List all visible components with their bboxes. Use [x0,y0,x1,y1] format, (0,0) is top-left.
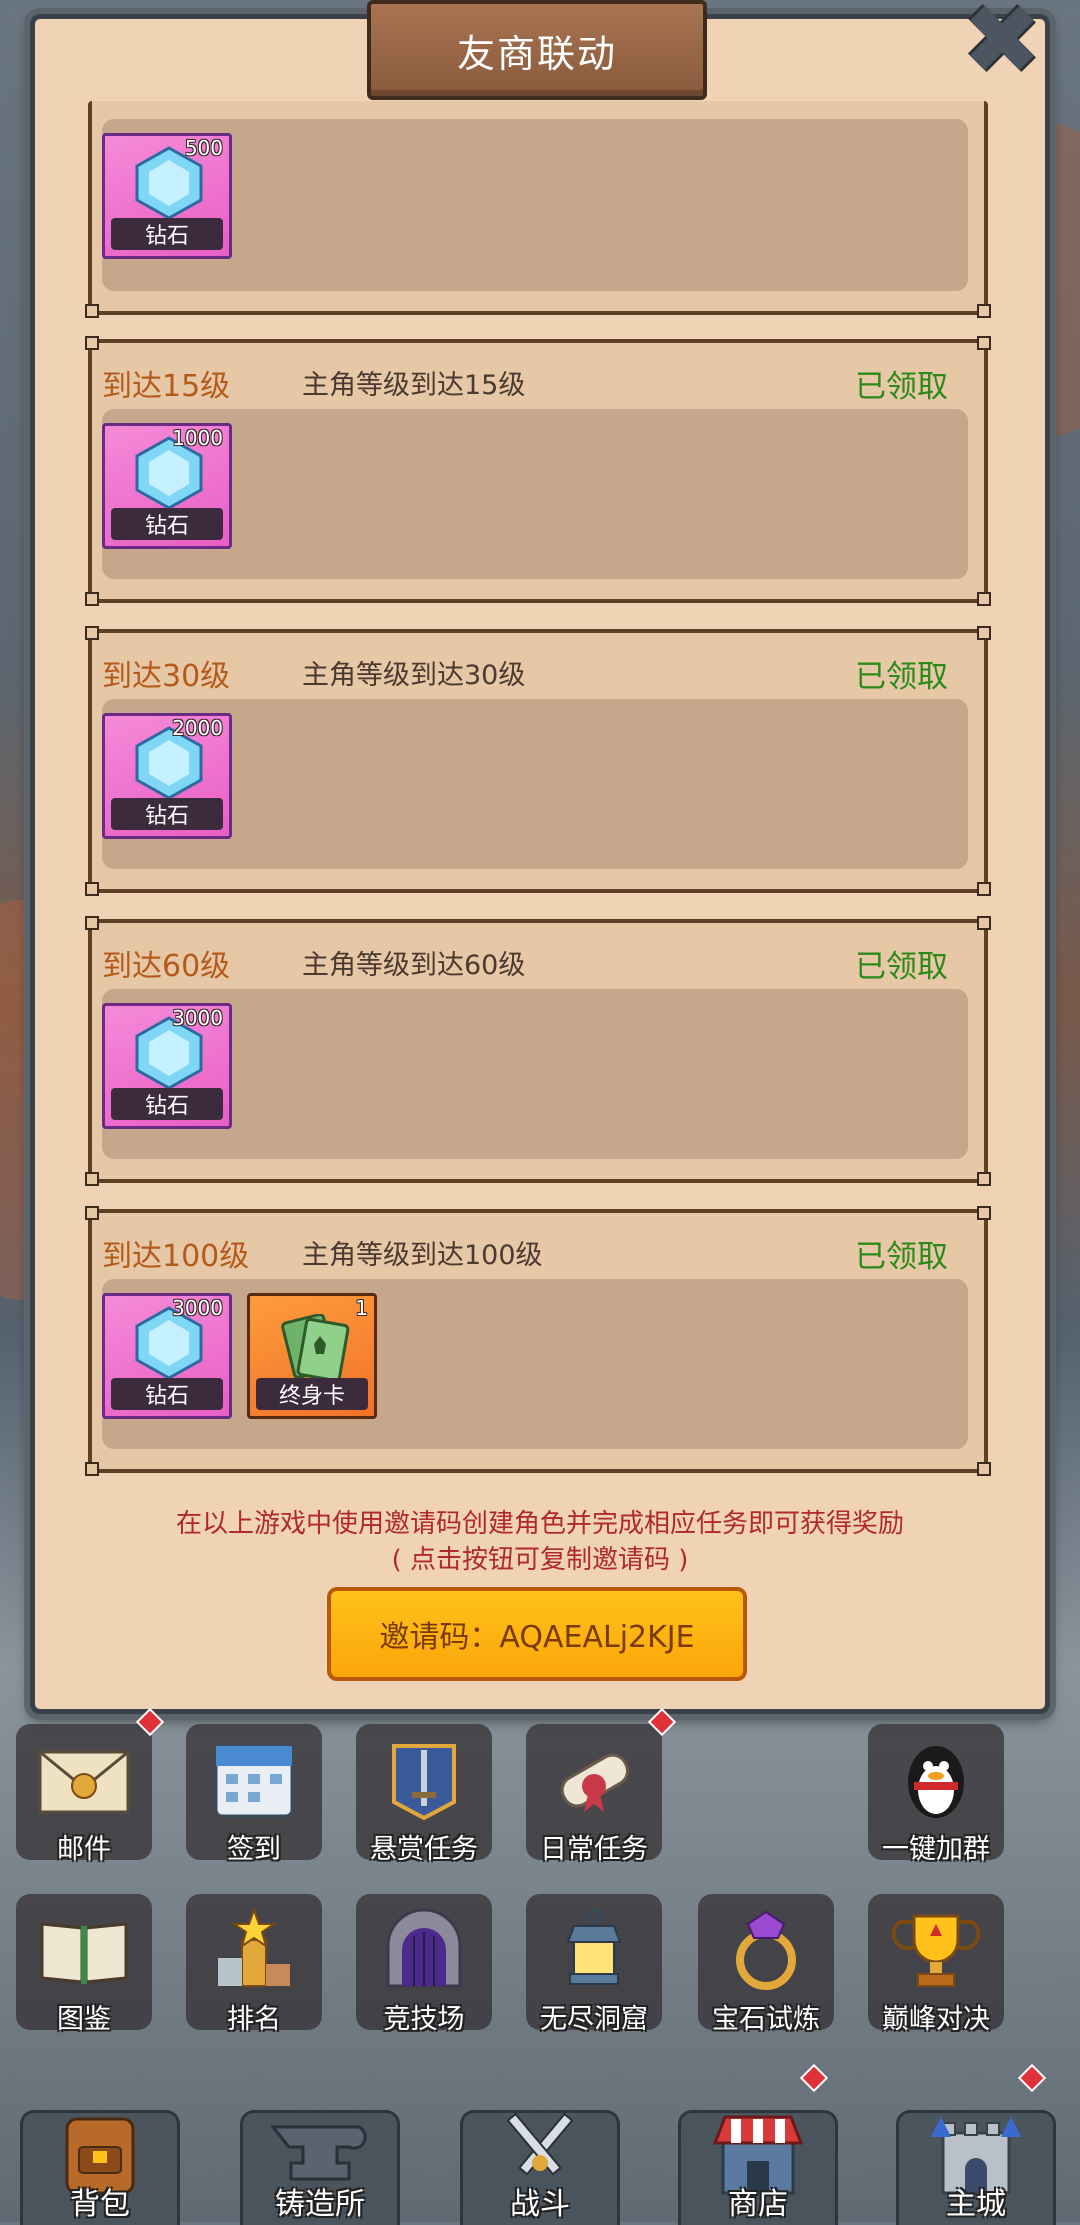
nav-label: 战斗 [510,2187,570,2222]
lantern-icon [566,1908,622,1985]
reward-card: 到达100级 主角等级到达100级 已领取 3000 钻石 1 终身卡 [85,1206,991,1476]
menu-gem-trial[interactable]: 宝石试炼 [698,1894,834,2035]
reward-amount: 1000 [172,426,223,450]
task-description: 主角等级到达15级 [302,370,526,401]
nav-label: 铸造所 [275,2187,365,2222]
menu-daily-tasks[interactable]: 日常任务 [526,1724,662,1865]
copy-hint: ( 点击按钮可复制邀请码 ) [391,1545,689,1575]
menu-label: 图鉴 [57,2004,111,2035]
reward-area: 3000 钻石 [102,989,968,1159]
reward-instruction: 在以上游戏中使用邀请码创建角色并完成相应任务即可获得奖励 [175,1509,904,1539]
notification-badge [1017,2063,1047,2093]
lifetime-card-reward[interactable]: 1 终身卡 [247,1293,377,1419]
reward-card: 到达60级 主角等级到达60级 已领取 3000 钻石 [85,916,991,1186]
reward-name: 钻石 [111,218,223,250]
nav-forge[interactable]: 铸造所 [240,2110,400,2225]
scroll-icon [560,1753,630,1812]
nav-label: 商店 [728,2187,788,2222]
menu-peak-duel[interactable]: 巅峰对决 [868,1894,1004,2035]
menu-label: 一键加群 [882,1834,990,1865]
reward-card-partial: 500 钻石 [85,101,991,318]
diamond-reward[interactable]: 3000 钻石 [102,1003,232,1129]
menu-codex[interactable]: 图鉴 [16,1894,152,2035]
reward-area: 500 钻石 [102,119,968,291]
reward-name: 钻石 [111,1378,223,1410]
menu-label: 排名 [227,2004,281,2035]
task-level: 到达30级 [102,659,231,694]
reward-amount: 1 [355,1296,368,1320]
nav-label: 背包 [70,2187,130,2222]
diamond-reward[interactable]: 1000 钻石 [102,423,232,549]
menu-label: 竞技场 [383,2004,465,2035]
menu-arena[interactable]: 竞技场 [356,1894,492,2035]
menu-mail[interactable]: 邮件 [16,1724,152,1865]
menu-label: 悬赏任务 [370,1834,478,1865]
menu-ranking[interactable]: 排名 [186,1894,322,2035]
sword-banner-icon [392,1744,456,1821]
menu-label: 签到 [227,1834,281,1865]
notification-badge [799,2063,829,2093]
book-icon [40,1922,128,1984]
nav-main-city[interactable]: 主城 [896,2110,1056,2225]
dialog-title: 友商联动 [367,0,707,100]
claimed-status: 已领取 [855,1239,948,1275]
reward-area: 3000 钻石 1 终身卡 [102,1279,968,1449]
claimed-status: 已领取 [855,949,948,985]
qq-penguin-icon [908,1746,964,1818]
menu-checkin[interactable]: 签到 [186,1724,322,1865]
reward-amount: 3000 [172,1006,223,1030]
task-description: 主角等级到达100级 [302,1240,543,1271]
menu-bounty-tasks[interactable]: 悬赏任务 [356,1724,492,1865]
menu-join-group[interactable]: 一键加群 [868,1724,1004,1865]
claimed-status: 已领取 [855,659,948,695]
nav-battle[interactable]: 战斗 [460,2110,620,2225]
reward-amount: 500 [184,136,223,160]
nav-backpack[interactable]: 背包 [20,2110,180,2225]
friend-link-dialog: 500 钻石 到达15级 主角等级到达15级 已领取 1000 钻石 到达30级… [30,14,1050,1714]
nav-shop[interactable]: 商店 [678,2110,838,2225]
task-level: 到达15级 [102,369,231,404]
task-level: 到达60级 [102,949,231,984]
diamond-reward[interactable]: 2000 钻石 [102,713,232,839]
reward-name: 终身卡 [256,1378,368,1410]
reward-area: 2000 钻石 [102,699,968,869]
claimed-status: 已领取 [855,369,948,405]
calendar-icon [214,1744,294,1818]
invite-code-button[interactable]: 邀请码：AQAEALj2KJE [327,1587,747,1681]
podium-icon [218,1907,290,1987]
reward-card: 到达15级 主角等级到达15级 已领取 1000 钻石 [85,336,991,606]
menu-label: 宝石试炼 [712,2004,820,2035]
menu-label: 日常任务 [540,1834,648,1865]
menu-endless-cave[interactable]: 无尽洞窟 [526,1894,662,2035]
arena-gate-icon [386,1908,462,1988]
reward-name: 钻石 [111,508,223,540]
reward-name: 钻石 [111,1088,223,1120]
reward-card: 到达30级 主角等级到达30级 已领取 2000 钻石 [85,626,991,896]
trophy-icon [891,1914,981,1987]
close-icon[interactable]: ✖ [960,0,1044,88]
menu-label: 邮件 [57,1834,111,1865]
task-description: 主角等级到达30级 [302,660,526,691]
reward-area: 1000 钻石 [102,409,968,579]
reward-amount: 3000 [172,1296,223,1320]
banknote-icon [281,1314,350,1380]
menu-label: 巅峰对决 [882,2004,990,2035]
task-level: 到达100级 [102,1239,250,1274]
task-description: 主角等级到达60级 [302,950,526,981]
nav-label: 主城 [946,2187,1006,2222]
diamond-reward[interactable]: 3000 钻石 [102,1293,232,1419]
reward-amount: 2000 [172,716,223,740]
gem-ring-icon [736,1910,796,1990]
diamond-reward[interactable]: 500 钻石 [102,133,232,259]
reward-name: 钻石 [111,798,223,830]
menu-label: 无尽洞窟 [540,2004,648,2035]
mail-icon [38,1750,130,1814]
